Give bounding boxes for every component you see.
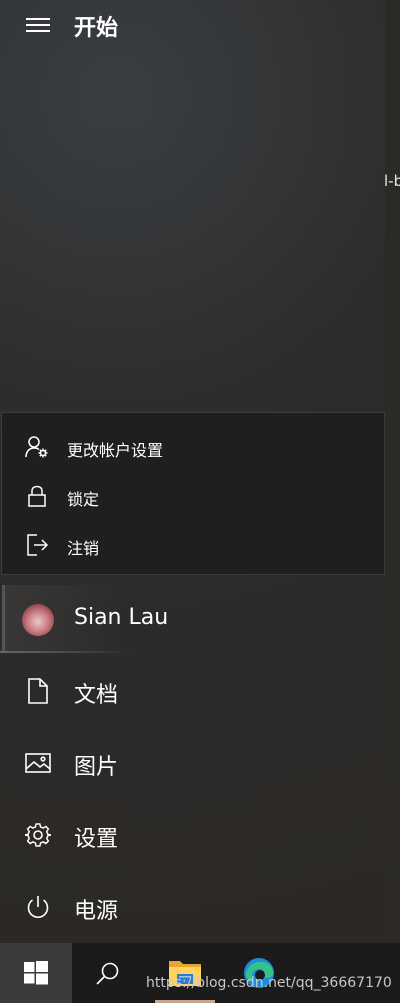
nav-item-power[interactable]: 电源 xyxy=(0,871,385,943)
avatar xyxy=(22,604,54,636)
watermark-text: https://blog.csdn.net/qq_36667170 xyxy=(146,975,392,991)
nav-label-power: 电源 xyxy=(74,899,119,924)
desktop-text-fragment: l-b xyxy=(384,172,400,190)
divider xyxy=(0,651,130,653)
gear-icon xyxy=(24,823,52,847)
edge-browser-button[interactable] xyxy=(230,943,290,1003)
picture-icon xyxy=(25,753,51,773)
sign-out-item[interactable]: 注销 xyxy=(2,520,384,569)
desktop-background: l-b xyxy=(384,0,400,943)
lock-icon xyxy=(28,485,46,507)
search-button[interactable] xyxy=(72,943,144,1003)
user-name: Sian Lau xyxy=(74,605,169,630)
sign-out-label: 注销 xyxy=(67,539,100,558)
start-menu: 开始 更改帐户设置 锁定 注销 Sian Lau 文档 图片 设置 电源 xyxy=(0,0,385,943)
nav-item-documents[interactable]: 文档 xyxy=(0,655,385,727)
nav-label-documents: 文档 xyxy=(74,683,119,708)
change-account-settings-item[interactable]: 更改帐户设置 xyxy=(2,422,384,471)
account-flyout: 更改帐户设置 锁定 注销 xyxy=(1,412,385,575)
taskbar: https://blog.csdn.net/qq_36667170 xyxy=(0,943,400,1003)
nav-label-pictures: 图片 xyxy=(74,755,119,780)
selection-accent-bar xyxy=(2,585,5,653)
lock-item[interactable]: 锁定 xyxy=(2,471,384,520)
windows-start-icon xyxy=(24,961,48,985)
user-account-button[interactable]: Sian Lau xyxy=(0,585,385,653)
change-account-settings-label: 更改帐户设置 xyxy=(67,441,164,460)
search-icon xyxy=(96,962,119,985)
start-menu-title: 开始 xyxy=(74,16,119,41)
document-icon xyxy=(28,678,48,704)
account-settings-icon xyxy=(25,436,48,458)
nav-label-settings: 设置 xyxy=(74,827,119,852)
start-button[interactable] xyxy=(0,943,72,1003)
start-menu-header: 开始 xyxy=(0,0,385,52)
nav-item-settings[interactable]: 设置 xyxy=(0,799,385,871)
file-explorer-button[interactable] xyxy=(155,943,215,1003)
nav-item-pictures[interactable]: 图片 xyxy=(0,727,385,799)
hamburger-menu-icon[interactable] xyxy=(26,18,50,32)
lock-label: 锁定 xyxy=(67,490,100,509)
sign-out-icon xyxy=(27,534,49,556)
power-icon xyxy=(27,896,49,918)
